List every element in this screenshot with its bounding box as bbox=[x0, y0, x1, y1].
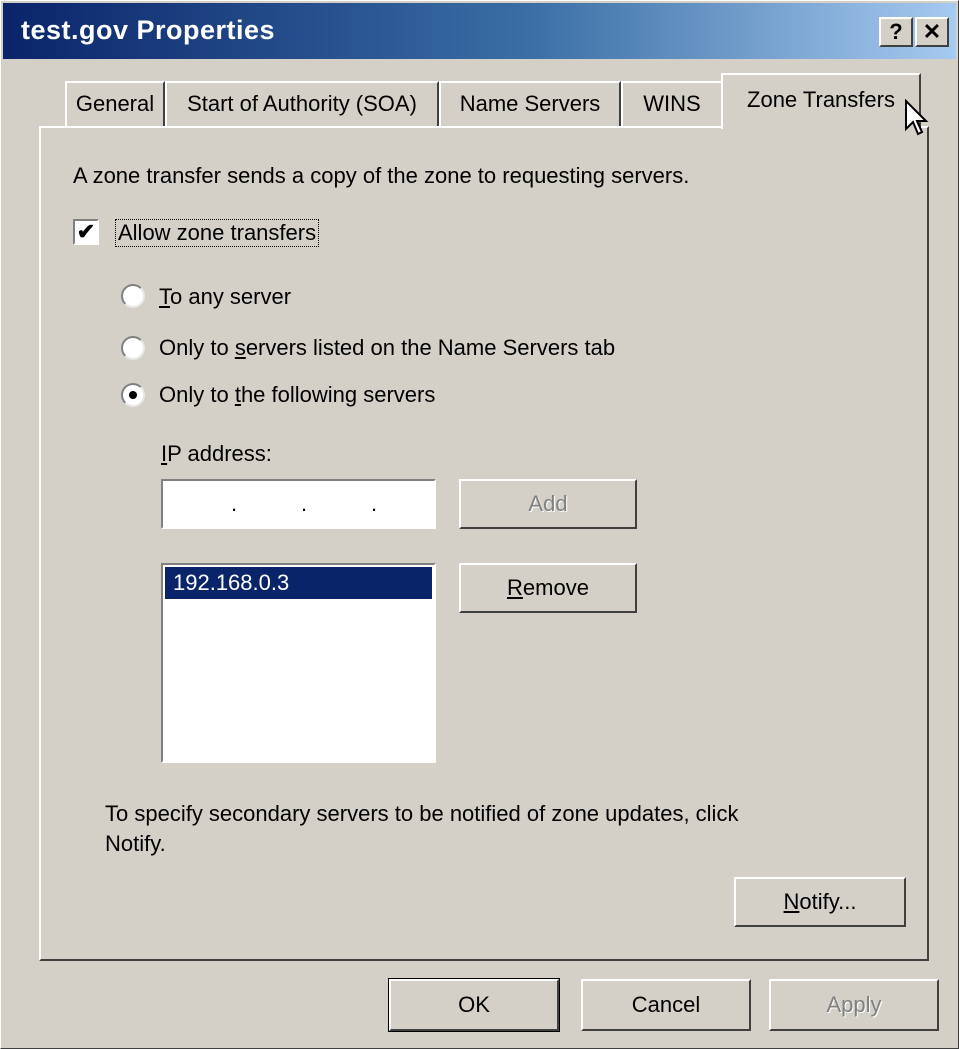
window-title: test.gov Properties bbox=[21, 15, 276, 45]
ok-button[interactable]: OK bbox=[388, 978, 560, 1032]
radio-any-server-label[interactable]: To any server bbox=[159, 284, 291, 310]
tab-label: Zone Transfers bbox=[747, 87, 895, 112]
allow-zone-transfers-checkbox[interactable]: ✔ bbox=[73, 219, 99, 245]
allow-zone-transfers-label[interactable]: Allow zone transfers bbox=[115, 219, 320, 247]
check-icon: ✔ bbox=[76, 219, 96, 244]
properties-dialog: test.gov Properties ? ✕ General Start of… bbox=[0, 0, 959, 1049]
remove-button[interactable]: Remove bbox=[459, 563, 637, 613]
tab-general[interactable]: General bbox=[65, 81, 165, 127]
mouse-cursor-icon bbox=[905, 99, 929, 136]
notify-button[interactable]: Notify... bbox=[734, 877, 906, 927]
list-item[interactable]: 192.168.0.3 bbox=[165, 567, 432, 599]
ip-address-input[interactable]: . . . bbox=[161, 479, 436, 529]
server-list[interactable]: 192.168.0.3 bbox=[161, 563, 436, 763]
help-button[interactable]: ? bbox=[879, 17, 913, 47]
tab-soa[interactable]: Start of Authority (SOA) bbox=[165, 81, 439, 127]
tab-label: Start of Authority (SOA) bbox=[187, 91, 417, 116]
radio-any-server[interactable] bbox=[121, 284, 145, 308]
tab-label: General bbox=[75, 91, 155, 116]
radio-name-servers-tab-label[interactable]: Only to servers listed on the Name Serve… bbox=[159, 335, 615, 361]
zone-transfers-panel bbox=[39, 126, 929, 961]
close-button[interactable]: ✕ bbox=[915, 17, 949, 47]
intro-text: A zone transfer sends a copy of the zone… bbox=[73, 163, 690, 188]
ip-dot: . bbox=[301, 491, 308, 516]
apply-button[interactable]: Apply bbox=[769, 979, 939, 1031]
title-bar[interactable]: test.gov Properties ? ✕ bbox=[3, 3, 956, 59]
tab-wins[interactable]: WINS bbox=[621, 81, 723, 127]
tab-zone-transfers[interactable]: Zone Transfers bbox=[721, 73, 921, 129]
ip-dot: . bbox=[231, 491, 238, 516]
ip-dot: . bbox=[371, 491, 378, 516]
notify-description-line1: To specify secondary servers to be notif… bbox=[105, 801, 739, 826]
notify-description-line2: Notify. bbox=[105, 831, 166, 856]
tab-name-servers[interactable]: Name Servers bbox=[439, 81, 621, 127]
ip-address-label: IP address: bbox=[161, 441, 272, 466]
tab-label: WINS bbox=[643, 91, 701, 116]
close-icon: ✕ bbox=[922, 19, 942, 44]
radio-selected-dot bbox=[129, 391, 137, 399]
cancel-button[interactable]: Cancel bbox=[581, 979, 751, 1031]
tab-label: Name Servers bbox=[459, 91, 601, 116]
add-button[interactable]: Add bbox=[459, 479, 637, 529]
radio-following-servers[interactable] bbox=[121, 383, 145, 407]
radio-name-servers-tab[interactable] bbox=[121, 336, 145, 360]
help-icon: ? bbox=[889, 19, 903, 44]
radio-following-servers-label[interactable]: Only to the following servers bbox=[159, 382, 435, 408]
